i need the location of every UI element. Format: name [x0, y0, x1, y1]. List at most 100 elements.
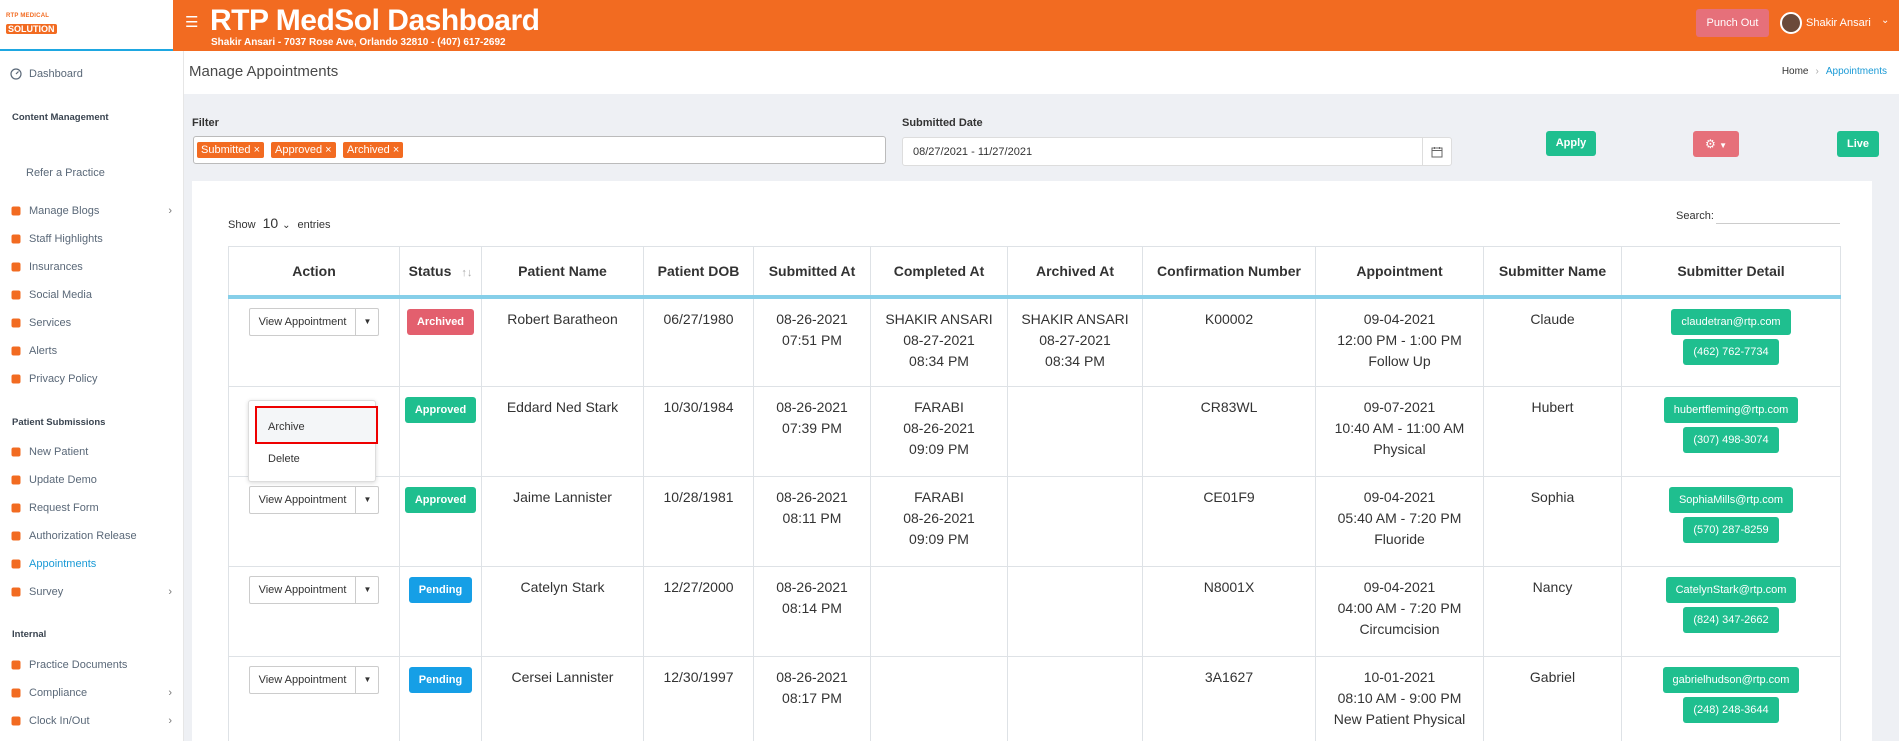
alerts-icon	[10, 345, 22, 357]
column-header-action[interactable]: Action	[228, 246, 400, 299]
status-badge: Pending	[408, 577, 473, 603]
column-header-appointment[interactable]: Appointment	[1315, 246, 1484, 299]
column-header-confirmation-number[interactable]: Confirmation Number	[1142, 246, 1316, 299]
phone-button[interactable]: (824) 347-2662	[1683, 607, 1779, 633]
cell-ap3: New Patient Physical	[1333, 711, 1466, 727]
app-title: RTP MedSol Dashboard	[210, 4, 540, 37]
column-header-patient-name[interactable]: Patient Name	[481, 246, 644, 299]
sidebar-item-privacy-policy[interactable]: Privacy Policy	[10, 370, 174, 388]
services-icon	[10, 317, 22, 329]
sidebar-item-compliance[interactable]: Compliance ›	[10, 684, 174, 702]
column-header-submitter-detail[interactable]: Submitter Detail	[1621, 246, 1841, 299]
filter-input[interactable]: Submitted × Approved × Archived ×	[193, 136, 886, 164]
sidebar-item-survey[interactable]: Survey ›	[10, 583, 174, 601]
email-button[interactable]: SophiaMills@rtp.com	[1668, 487, 1794, 513]
archive-menu-item[interactable]: Archive	[268, 421, 305, 433]
column-header-completed-at[interactable]: Completed At	[870, 246, 1008, 299]
chevron-right-icon[interactable]: ›	[168, 586, 172, 598]
sidebar-item-alerts[interactable]: Alerts	[10, 342, 174, 360]
cell-status: Pending	[399, 566, 482, 657]
page-title-bar: Manage Appointments Home › Appointments	[184, 51, 1899, 94]
cell-dob: 10/30/1984	[663, 399, 734, 415]
cell-comp1: SHAKIR ANSARI	[885, 310, 993, 327]
phone-button[interactable]: (248) 248-3644	[1683, 697, 1779, 723]
sidebar-item-social-media[interactable]: Social Media	[10, 286, 174, 304]
email-button[interactable]: hubertfleming@rtp.com	[1663, 397, 1799, 423]
chevron-right-icon[interactable]: ›	[168, 687, 172, 699]
cell-comp2: 08-26-2021	[903, 420, 975, 436]
filter-chip-archived[interactable]: Archived ×	[343, 142, 404, 158]
column-header-patient-dob[interactable]: Patient DOB	[643, 246, 754, 299]
sidebar-item-authorization-release[interactable]: Authorization Release	[10, 527, 174, 545]
sidebar-item-appointments[interactable]: Appointments	[10, 555, 174, 573]
cell-sub1: 08-26-2021	[776, 489, 848, 505]
action-button-group: View Appointment ▼	[248, 576, 380, 604]
user-name[interactable]: Shakir Ansari	[1806, 17, 1871, 29]
view-appointment-button[interactable]: View Appointment	[250, 308, 357, 335]
punch-out-button[interactable]: Punch Out	[1696, 9, 1769, 37]
sidebar-item-dashboard[interactable]: Dashboard	[10, 65, 174, 83]
view-appointment-button[interactable]: View Appointment	[250, 577, 357, 603]
view-appointment-button[interactable]: View Appointment	[250, 487, 357, 513]
phone-button[interactable]: (462) 762-7734	[1683, 338, 1779, 365]
cell-name: Eddard Ned Stark	[506, 399, 619, 415]
delete-menu-item[interactable]: Delete	[268, 453, 300, 465]
column-header-status[interactable]: Status ↑↓	[399, 246, 482, 299]
sidebar-item-update-demo[interactable]: Update Demo	[10, 471, 174, 489]
cell-name: Jaime Lannister	[513, 489, 612, 505]
column-header-label: Completed At	[893, 262, 985, 279]
sidebar-item-request-form[interactable]: Request Form	[10, 499, 174, 517]
email-button[interactable]: gabrielhudson@rtp.com	[1662, 667, 1800, 693]
sidebar-item-staff-highlights[interactable]: Staff Highlights	[10, 230, 174, 248]
phone-button[interactable]: (570) 287-8259	[1683, 517, 1779, 543]
email-button[interactable]: CatelynStark@rtp.com	[1665, 577, 1797, 603]
sort-icon[interactable]: ↑↓	[461, 267, 472, 279]
cell-action: View Appointment ▼	[228, 566, 400, 657]
column-header-label: Archived At	[1035, 262, 1115, 279]
filter-chip-submitted[interactable]: Submitted ×	[197, 142, 265, 158]
sidebar-item-label: Authorization Release	[29, 530, 137, 542]
cell-submitter-detail: claudetran@rtp.com (462) 762-7734	[1621, 296, 1841, 387]
phone-button[interactable]: (307) 498-3074	[1683, 427, 1779, 453]
appointments-icon	[10, 558, 22, 570]
column-header-submitted-at[interactable]: Submitted At	[753, 246, 871, 299]
caret-down-icon[interactable]: ▼	[356, 667, 378, 693]
sidebar-item-label: Dashboard	[29, 68, 83, 80]
cell-submitter-detail: SophiaMills@rtp.com (570) 287-8259	[1621, 476, 1841, 567]
live-button[interactable]: Live	[1837, 131, 1879, 157]
apply-button[interactable]: Apply	[1546, 131, 1596, 156]
avatar[interactable]	[1780, 12, 1802, 34]
view-appointment-button[interactable]: View Appointment	[250, 667, 357, 693]
cell-action: View Appointment ▼	[228, 656, 400, 741]
caret-down-icon[interactable]: ▼	[356, 487, 378, 513]
chevron-right-icon[interactable]: ›	[168, 205, 172, 217]
sidebar-item-insurances[interactable]: Insurances	[10, 258, 174, 276]
calendar-icon[interactable]	[1422, 138, 1451, 165]
top-header: ☰ RTP MedSol Dashboard Shakir Ansari - 7…	[173, 0, 1899, 51]
chevron-right-icon[interactable]: ›	[168, 715, 172, 727]
column-header-submitter-name[interactable]: Submitter Name	[1483, 246, 1622, 299]
sidebar-item-refer-a-practice[interactable]: Refer a Practice	[26, 164, 190, 182]
cell-ap1: 09-07-2021	[1363, 399, 1436, 415]
column-header-archived-at[interactable]: Archived At	[1007, 246, 1143, 299]
email-button[interactable]: claudetran@rtp.com	[1671, 308, 1791, 335]
request-form-icon	[10, 502, 22, 514]
date-range-input[interactable]: 08/27/2021 - 11/27/2021	[902, 137, 1452, 166]
entries-select[interactable]: 10 ⌄	[263, 215, 291, 231]
sidebar-item-practice-documents[interactable]: Practice Documents	[10, 656, 174, 674]
search-input[interactable]	[1716, 207, 1840, 224]
hamburger-menu-icon[interactable]: ☰	[185, 13, 198, 31]
sidebar-item-manage-blogs[interactable]: Manage Blogs ›	[10, 202, 174, 220]
caret-down-icon[interactable]: ▼	[356, 309, 378, 335]
logo[interactable]: RTP MEDICAL SOLUTION	[6, 13, 60, 37]
chevron-down-icon[interactable]: ⌄	[1881, 15, 1889, 26]
caret-down-icon[interactable]: ▼	[356, 577, 378, 603]
filter-chip-approved[interactable]: Approved ×	[271, 142, 336, 158]
breadcrumb-home[interactable]: Home	[1782, 66, 1809, 77]
sidebar-item-services[interactable]: Services	[10, 314, 174, 332]
settings-dropdown-button[interactable]: ⚙ ▼	[1693, 131, 1739, 157]
sidebar-item-clock-in-out[interactable]: Clock In/Out ›	[10, 712, 174, 730]
entries-value: 10	[262, 215, 279, 231]
cell-comp3: 09:09 PM	[909, 441, 969, 457]
sidebar-item-new-patient[interactable]: New Patient	[10, 443, 174, 461]
